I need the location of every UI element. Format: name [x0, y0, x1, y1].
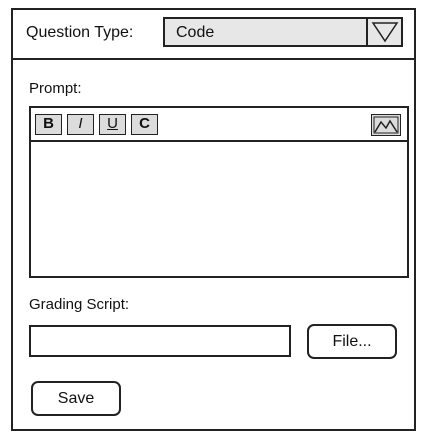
chevron-down-icon: [371, 22, 399, 43]
italic-button[interactable]: I: [67, 114, 94, 135]
image-icon: [373, 116, 399, 134]
underline-button[interactable]: U: [99, 114, 126, 135]
prompt-label: Prompt:: [29, 80, 82, 97]
prompt-text-area[interactable]: [31, 142, 407, 276]
editor-toolbar: B I U C: [31, 108, 407, 142]
dropdown-button[interactable]: [366, 19, 401, 45]
prompt-editor: B I U C: [29, 106, 409, 278]
question-type-value: Code: [176, 24, 215, 41]
question-type-label: Question Type:: [26, 24, 134, 41]
question-type-select[interactable]: Code: [163, 17, 403, 47]
question-editor-window: Question Type: Code Prompt: B I U C Grad…: [11, 8, 416, 431]
question-type-header: Question Type: Code: [13, 10, 414, 60]
save-button[interactable]: Save: [31, 381, 121, 416]
bold-button[interactable]: B: [35, 114, 62, 135]
code-button[interactable]: C: [131, 114, 158, 135]
grading-script-label: Grading Script:: [29, 296, 130, 313]
grading-script-input[interactable]: [29, 325, 291, 357]
file-button[interactable]: File...: [307, 324, 397, 359]
insert-image-button[interactable]: [371, 114, 401, 136]
